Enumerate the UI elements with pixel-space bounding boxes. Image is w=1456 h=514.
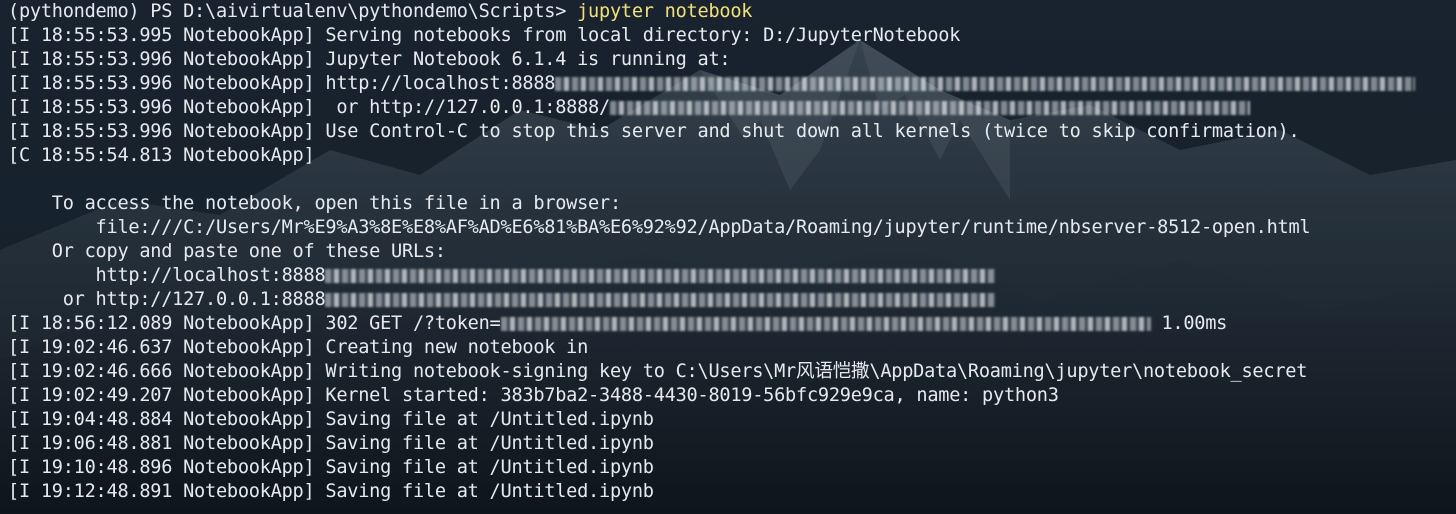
log-line: [I 18:55:53.996 NotebookApp] http://loca… [8,72,1448,96]
redacted-token [500,316,1151,331]
log-line: [I 19:02:49.207 NotebookApp] Kernel star… [8,385,1059,406]
log-text: 1.00ms [1150,313,1228,334]
log-line: [I 19:04:48.884 NotebookApp] Saving file… [8,409,654,430]
log-line: [I 19:06:48.881 NotebookApp] Saving file… [8,433,654,454]
log-line: [I 18:55:53.996 NotebookApp] Jupyter Not… [8,49,731,70]
log-text: http://localhost:8888 [8,265,326,286]
log-line: [I 19:02:46.666 NotebookApp] Writing not… [8,361,1308,382]
log-line: [I 18:55:53.996 NotebookApp] or http://1… [8,96,1448,120]
log-text: or http://127.0.0.1:8888 [8,289,326,310]
prompt-line: (pythondemo) PS D:\aivirtualenv\pythonde… [8,0,1448,24]
shell-prompt: (pythondemo) PS D:\aivirtualenv\pythonde… [8,1,578,22]
log-line: or http://127.0.0.1:8888 [8,288,1448,312]
log-line: [I 19:10:48.896 NotebookApp] Saving file… [8,457,654,478]
log-text: [I 18:55:53.996 NotebookApp] or http://1… [8,97,610,118]
redacted-token [325,292,996,307]
redacted-token [325,268,996,283]
log-line: file:///C:/Users/Mr%E9%A3%8E%E8%AF%AD%E6… [8,217,1311,238]
log-line: http://localhost:8888 [8,264,1448,288]
log-line: [C 18:55:54.813 NotebookApp] [8,145,315,166]
log-line: Or copy and paste one of these URLs: [8,241,446,262]
log-line: [I 18:56:12.089 NotebookApp] 302 GET /?t… [8,312,1448,336]
log-line: [I 19:12:48.891 NotebookApp] Saving file… [8,481,654,502]
log-text: [I 18:56:12.089 NotebookApp] 302 GET /?t… [8,313,501,334]
log-line: [I 19:02:46.637 NotebookApp] Creating ne… [8,337,589,358]
redacted-token [609,100,1250,115]
command-text: jupyter notebook [577,1,753,22]
log-line: [I 18:55:53.996 NotebookApp] Use Control… [8,121,1300,142]
redacted-token [555,76,1416,91]
log-text: [I 18:55:53.996 NotebookApp] http://loca… [8,73,556,94]
terminal-output[interactable]: (pythondemo) PS D:\aivirtualenv\pythonde… [8,0,1448,504]
log-line: To access the notebook, open this file i… [8,193,621,214]
log-line: [I 18:55:53.995 NotebookApp] Serving not… [8,25,961,46]
